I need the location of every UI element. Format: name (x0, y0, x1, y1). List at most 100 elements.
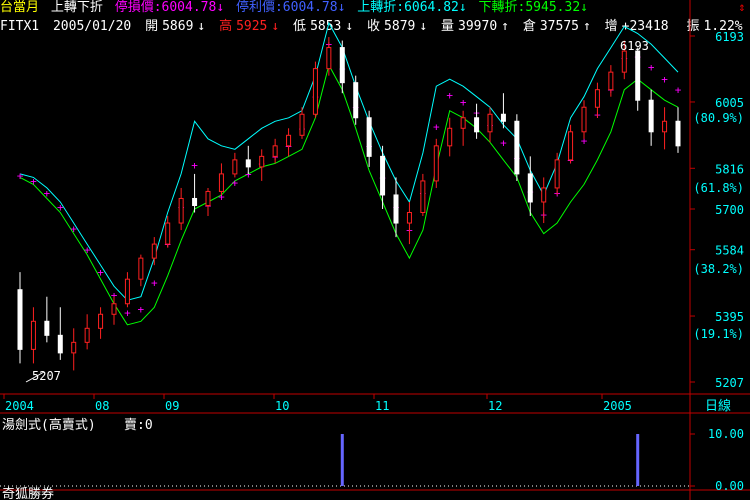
candle-body (487, 113, 493, 133)
high: 高 5925 ↓ (219, 19, 280, 34)
candle-body (420, 180, 426, 214)
indicator-tick-label: 10.00 (708, 427, 744, 441)
candle-body (138, 257, 144, 280)
sar-point: + (567, 154, 574, 167)
open: 開 5869 ↓ (145, 19, 206, 34)
x-tick-label: 2005 (603, 399, 632, 413)
sar-point: + (527, 185, 534, 198)
candle-body (594, 89, 600, 108)
sar-point: + (379, 171, 386, 184)
y-tick-label: 5207 (715, 376, 744, 390)
candle-body (192, 197, 198, 206)
candle-body (554, 159, 560, 189)
candle-body (245, 159, 251, 168)
product-title[interactable]: 台當月 (0, 0, 39, 15)
candle-body (178, 197, 184, 224)
candle-body (272, 145, 278, 157)
sar-point: + (178, 201, 185, 214)
period-label: 日線 (705, 398, 731, 414)
stop-loss: 停損價:6004.78↓ (114, 0, 225, 15)
trend-status: 上轉下折 (50, 0, 103, 15)
sar-point: + (30, 175, 37, 188)
sar-point: + (299, 122, 306, 135)
sar-point: + (111, 289, 118, 302)
x-tick-label: 2004 (5, 399, 34, 413)
candle-body (17, 289, 23, 350)
signal-bar (340, 434, 344, 486)
candle-body (151, 243, 157, 259)
sar-point: + (312, 91, 319, 104)
price-chart[interactable]: 6193 6005 5816 5700 5584 5395 5207 (80.9%) (61.8… (0, 0, 750, 500)
candle-body (675, 120, 681, 147)
candle-body (205, 190, 211, 206)
sar-point: + (285, 140, 292, 153)
sar-point: + (554, 187, 561, 200)
retracement-tick-label: (19.1%) (693, 327, 744, 341)
low: 低 5853 ↓ (293, 19, 354, 34)
x-tick-label: 09 (165, 399, 179, 413)
sar-point: + (70, 222, 77, 235)
sar-point: + (138, 303, 145, 316)
candle-body (312, 68, 318, 115)
sar-point: + (648, 61, 655, 74)
candle-body (541, 187, 547, 203)
high-annotation: 6193 (620, 39, 649, 53)
candle-body (98, 313, 104, 329)
candle-body (71, 341, 77, 354)
upper-band-line (19, 21, 679, 301)
sar-point: + (205, 199, 212, 212)
sar-point: + (406, 224, 413, 237)
retracement-tick-label: (38.2%) (693, 262, 744, 276)
candle-body (299, 113, 305, 136)
y-tick-label: 5816 (715, 162, 744, 176)
sar-point: + (460, 96, 467, 109)
candle-body (500, 113, 506, 122)
y-tick-label: 5700 (715, 203, 744, 217)
signal-bar (636, 434, 640, 486)
sar-point: + (675, 84, 682, 97)
candle-body (57, 334, 63, 354)
sar-point: + (608, 84, 615, 97)
down-turn: 下轉折:5945.32↓ (478, 0, 588, 15)
close: 收 5879 ↓ (367, 19, 428, 34)
sar-point: + (473, 106, 480, 119)
candle-body (326, 47, 332, 70)
sar-point: + (433, 121, 440, 134)
sar-point: + (594, 108, 601, 121)
candle-body (366, 117, 372, 157)
x-tick-label: 08 (95, 399, 109, 413)
sar-point: + (634, 50, 641, 63)
sar-point: + (17, 170, 24, 183)
candle-body (621, 50, 627, 73)
sar-point: + (272, 150, 279, 163)
candle-body (218, 173, 224, 192)
indicator-value: 賣:0 (124, 418, 153, 433)
sar-point: + (366, 140, 373, 153)
double-red-arrow-icon[interactable]: ⇕ (734, 0, 750, 16)
sar-point: + (245, 168, 252, 181)
candle-body (259, 155, 265, 168)
candle-body (648, 99, 654, 133)
candle-body (353, 82, 359, 119)
sar-point: + (487, 119, 494, 132)
indicator-tick-label: 0.00 (715, 479, 744, 493)
sar-point: + (164, 238, 171, 251)
candle-body (339, 47, 345, 84)
candle-body (662, 120, 668, 133)
open-interest: 倉 37575 ↑ (522, 19, 591, 34)
y-tick-label: 6005 (715, 96, 744, 110)
sar-point: + (393, 201, 400, 214)
candle-body (380, 155, 386, 196)
candle-body (124, 278, 130, 305)
y-tick-label: 5395 (715, 310, 744, 324)
candle-body (84, 327, 90, 343)
candle-body (232, 159, 238, 175)
candle-body (44, 320, 50, 336)
x-tick-label: 12 (488, 399, 502, 413)
indicator-title: 湯劍式(高賣式) (2, 417, 96, 433)
sar-point: + (218, 191, 225, 204)
symbol: FITX1 (0, 19, 40, 34)
candle-body (460, 117, 466, 129)
quote-date: 2005/01/20 (52, 19, 132, 34)
candle-body (635, 50, 641, 101)
